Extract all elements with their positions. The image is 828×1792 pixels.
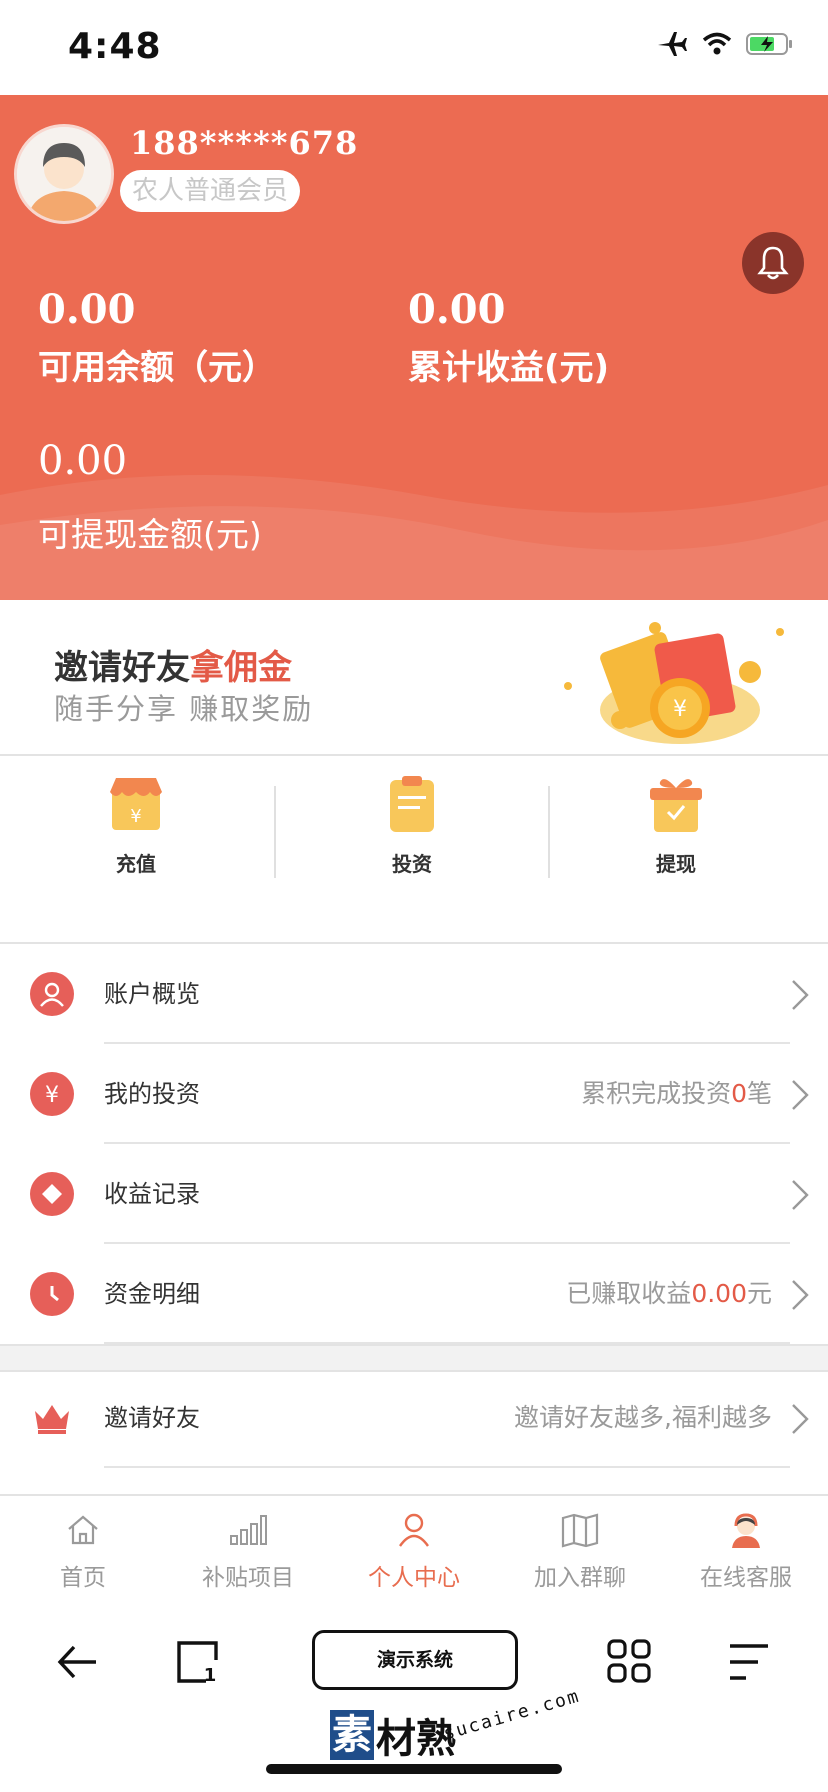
home-icon [68, 1515, 98, 1545]
shortcut-label: 投资 [392, 852, 432, 876]
user-icon [30, 972, 74, 1016]
tab-label: 在线客服 [700, 1565, 792, 1591]
watermark-logo: 素 材熟 [330, 1706, 456, 1764]
extra-prefix: 已赚取收益 [566, 1279, 692, 1308]
back-button[interactable] [56, 1642, 100, 1686]
extra-suffix: 笔 [746, 1079, 772, 1108]
red-envelope-coins-illustration: ¥ [564, 622, 784, 744]
grid-icon [607, 1639, 651, 1683]
tabs-icon: 1 [177, 1641, 218, 1686]
shortcut-withdraw[interactable]: 提现 [606, 774, 746, 877]
tab-online-support[interactable]: 在线客服 [666, 1512, 826, 1592]
map-icon [561, 1513, 599, 1548]
chevron-right-icon [790, 978, 810, 1016]
status-bar: 4:48 [0, 0, 828, 95]
member-level-badge: 农人普通会员 [120, 170, 301, 212]
person-icon [399, 1513, 429, 1547]
tab-label: 补贴项目 [202, 1565, 294, 1591]
investment-count-text: 累积完成投资0笔 [581, 1074, 772, 1110]
watermark-mark: 素 [330, 1710, 374, 1760]
chevron-right-icon [790, 1402, 810, 1440]
bell-icon [757, 246, 789, 280]
bar-chart-icon [230, 1515, 267, 1545]
menu-label: 我的投资 [104, 1080, 200, 1108]
invite-title-accent: 拿佣金 [190, 648, 292, 688]
avatar[interactable] [14, 124, 114, 224]
menu-label: 资金明细 [104, 1280, 200, 1308]
crown-icon [30, 1396, 74, 1440]
invite-hint: 邀请好友越多,福利越多 [514, 1403, 772, 1432]
invite-title-main: 邀请好友 [54, 648, 190, 688]
menu-button[interactable] [728, 1642, 770, 1686]
apps-button[interactable] [606, 1638, 652, 1688]
available-balance-label: 可用余额（元） [38, 348, 276, 388]
svg-text:1: 1 [204, 1665, 217, 1684]
menu-row-income-records[interactable]: 收益记录 [0, 1144, 828, 1244]
menu-row-invite-friends[interactable]: 邀请好友 邀请好友越多,福利越多 [0, 1368, 828, 1468]
total-income-value: 0.00 [408, 286, 506, 333]
menu-label: 邀请好友 [104, 1404, 200, 1432]
support-agent-icon [732, 1513, 760, 1548]
tab-subsidy-projects[interactable]: 补贴项目 [168, 1512, 328, 1592]
shortcut-recharge[interactable]: ¥ 充值 [66, 774, 206, 877]
gift-icon [650, 779, 702, 832]
tab-personal-center[interactable]: 个人中心 [334, 1512, 494, 1592]
tab-label: 首页 [60, 1565, 106, 1591]
shortcut-separator [274, 786, 276, 878]
earned-income-text: 已赚取收益0.00元 [566, 1274, 772, 1310]
shop-icon: ¥ [110, 778, 162, 830]
shortcut-label: 提现 [656, 852, 696, 876]
shortcut-invest[interactable]: 投资 [342, 774, 482, 877]
tab-label: 加入群聊 [534, 1565, 626, 1591]
notification-bell-button[interactable] [742, 232, 804, 294]
divider [0, 754, 828, 756]
extra-suffix: 元 [746, 1279, 772, 1308]
total-income-label: 累计收益(元) [408, 348, 610, 388]
battery-icon [746, 32, 794, 60]
bottom-tab-bar: 首页 补贴项目 个人中心 加入群聊 在线客服 [0, 1494, 828, 1614]
clock-icon [30, 1272, 74, 1316]
invite-banner-subtitle: 随手分享 赚取奖励 [54, 692, 314, 726]
phone-number: 188*****678 [130, 124, 359, 162]
chevron-right-icon [790, 1078, 810, 1116]
shortcut-separator [548, 786, 550, 878]
menu-row-fund-details[interactable]: 资金明细 已赚取收益0.00元 [0, 1244, 828, 1344]
svg-text:¥: ¥ [673, 697, 687, 722]
diamond-icon [30, 1172, 74, 1216]
arrow-left-icon [57, 1645, 96, 1679]
available-balance-value: 0.00 [38, 286, 136, 333]
investment-count: 0 [731, 1079, 747, 1108]
menu-row-account-overview[interactable]: 账户概览 [0, 944, 828, 1044]
tab-home[interactable]: 首页 [3, 1512, 163, 1592]
svg-text:¥: ¥ [45, 1083, 59, 1108]
home-indicator [266, 1764, 562, 1774]
shortcut-label: 充值 [116, 852, 156, 876]
yen-icon: ¥ [30, 1072, 74, 1116]
withdrawable-value: 0.00 [38, 438, 128, 484]
menu-label: 收益记录 [104, 1180, 200, 1208]
extra-prefix: 累积完成投资 [581, 1079, 732, 1108]
tabs-button[interactable]: 1 [176, 1640, 220, 1688]
airplane-icon [656, 30, 688, 62]
earned-income-value: 0.00 [691, 1279, 747, 1308]
hamburger-menu-icon [730, 1644, 768, 1680]
menu-label: 账户概览 [104, 980, 200, 1008]
clipboard-icon [390, 776, 434, 832]
wifi-icon [702, 32, 732, 60]
demo-system-button[interactable]: 演示系统 [312, 1630, 518, 1690]
row-divider [104, 1466, 790, 1468]
menu-row-my-investments[interactable]: ¥ 我的投资 累积完成投资0笔 [0, 1044, 828, 1144]
tab-join-group-chat[interactable]: 加入群聊 [500, 1512, 660, 1592]
invite-banner-title: 邀请好友拿佣金 [54, 640, 292, 689]
chevron-right-icon [790, 1178, 810, 1216]
status-icons [656, 30, 794, 62]
withdrawable-label: 可提现金额(元) [38, 515, 262, 554]
tab-label: 个人中心 [368, 1565, 460, 1591]
status-time: 4:48 [68, 26, 162, 67]
chevron-right-icon [790, 1278, 810, 1316]
svg-text:¥: ¥ [130, 806, 141, 827]
